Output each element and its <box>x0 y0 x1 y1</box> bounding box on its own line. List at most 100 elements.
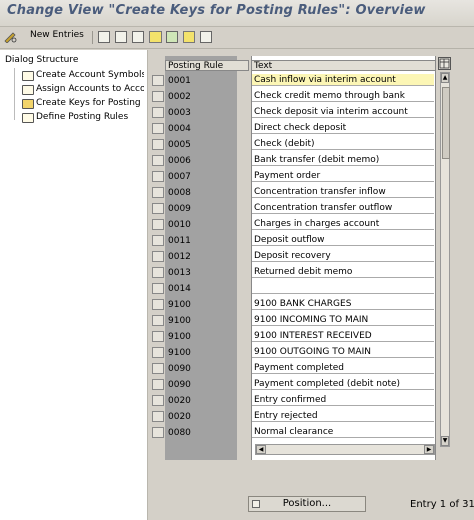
row-selector[interactable] <box>152 251 164 262</box>
row-selector[interactable] <box>152 379 164 390</box>
table-row[interactable]: 9100 9100 INCOMING TO MAIN <box>152 314 437 327</box>
header-posting-rule[interactable]: Posting Rule <box>165 60 249 71</box>
text-cell[interactable]: Entry confirmed <box>252 394 434 406</box>
row-selector[interactable] <box>152 283 164 294</box>
text-cell[interactable]: 9100 INTEREST RECEIVED <box>252 330 434 342</box>
scroll-right-icon[interactable]: ▶ <box>424 445 434 454</box>
text-cell[interactable]: Entry rejected <box>252 410 434 422</box>
row-selector[interactable] <box>152 411 164 422</box>
copy-as-icon[interactable] <box>98 31 110 43</box>
row-selector[interactable] <box>152 235 164 246</box>
new-entries-button[interactable]: New Entries <box>30 30 84 44</box>
print-icon[interactable] <box>200 31 212 43</box>
text-cell[interactable]: Payment order <box>252 170 434 182</box>
vertical-scrollbar[interactable]: ▲ ▼ <box>440 72 450 447</box>
pencil-glasses-icon[interactable] <box>4 31 18 44</box>
tree-item-create-keys-posting-rules[interactable]: Create Keys for Posting I <box>22 98 144 110</box>
row-selector[interactable] <box>152 331 164 342</box>
posting-rule-cell: 9100 <box>168 348 191 358</box>
tree-item-create-account-symbols[interactable]: Create Account Symbols <box>22 70 144 82</box>
table-row[interactable]: 0090 Payment completed <box>152 362 437 375</box>
text-cell[interactable]: Normal clearance <box>252 426 434 438</box>
text-cell[interactable]: Check deposit via interim account <box>252 106 434 118</box>
table-row[interactable]: 0010 Charges in charges account <box>152 218 437 231</box>
row-selector[interactable] <box>152 91 164 102</box>
row-selector[interactable] <box>152 155 164 166</box>
row-selector[interactable] <box>152 203 164 214</box>
text-cell[interactable]: Payment completed <box>252 362 434 374</box>
text-cell[interactable]: Bank transfer (debit memo) <box>252 154 434 166</box>
horizontal-scrollbar[interactable]: ◀ ▶ <box>255 444 435 455</box>
table-row[interactable]: 0011 Deposit outflow <box>152 234 437 247</box>
dialog-structure-title: Dialog Structure <box>5 55 79 65</box>
table-row[interactable]: 0080 Normal clearance <box>152 426 437 439</box>
table-row[interactable]: 0008 Concentration transfer inflow <box>152 186 437 199</box>
scroll-up-icon[interactable]: ▲ <box>441 73 449 83</box>
row-selector[interactable] <box>152 107 164 118</box>
table-row[interactable]: 0020 Entry confirmed <box>152 394 437 407</box>
deselect-all-icon[interactable] <box>183 31 195 43</box>
text-cell[interactable]: Concentration transfer outflow <box>252 202 434 214</box>
table-row[interactable]: 9100 9100 OUTGOING TO MAIN <box>152 346 437 359</box>
table-row[interactable]: 0012 Deposit recovery <box>152 250 437 263</box>
undo-change-icon[interactable] <box>132 31 144 43</box>
table-row[interactable]: 0002 Check credit memo through bank <box>152 90 437 103</box>
table-row[interactable]: 9100 9100 BANK CHARGES <box>152 298 437 311</box>
table-row[interactable]: 0013 Returned debit memo <box>152 266 437 279</box>
text-cell[interactable] <box>252 282 434 294</box>
select-all-icon[interactable] <box>149 31 162 43</box>
delete-icon[interactable] <box>115 31 127 43</box>
row-selector[interactable] <box>152 395 164 406</box>
row-selector[interactable] <box>152 347 164 358</box>
text-cell[interactable]: Payment completed (debit note) <box>252 378 434 390</box>
posting-rule-cell: 0001 <box>168 76 191 86</box>
scroll-left-icon[interactable]: ◀ <box>256 445 266 454</box>
scroll-down-icon[interactable]: ▼ <box>441 436 449 446</box>
text-cell[interactable]: 9100 OUTGOING TO MAIN <box>252 346 434 358</box>
tree-item-define-posting-rules[interactable]: Define Posting Rules <box>22 112 144 124</box>
row-selector[interactable] <box>152 171 164 182</box>
table-row[interactable]: 0004 Direct check deposit <box>152 122 437 135</box>
position-button[interactable]: Position... <box>248 496 366 512</box>
table-row[interactable]: 0003 Check deposit via interim account <box>152 106 437 119</box>
table-row[interactable]: 0005 Check (debit) <box>152 138 437 151</box>
text-cell[interactable]: 9100 INCOMING TO MAIN <box>252 314 434 326</box>
application-toolbar: New Entries <box>0 27 474 49</box>
posting-rules-table: Posting Rule Text 0001 Cash inflow via in… <box>152 56 455 460</box>
row-selector[interactable] <box>152 139 164 150</box>
row-selector[interactable] <box>152 267 164 278</box>
text-cell[interactable]: Deposit recovery <box>252 250 434 262</box>
row-selector[interactable] <box>152 427 164 438</box>
table-row[interactable]: 0009 Concentration transfer outflow <box>152 202 437 215</box>
text-cell[interactable]: Check credit memo through bank <box>252 90 434 102</box>
row-selector[interactable] <box>152 75 164 86</box>
table-row[interactable]: 0007 Payment order <box>152 170 437 183</box>
row-selector[interactable] <box>152 363 164 374</box>
table-row[interactable]: 0001 Cash inflow via interim account <box>152 74 437 87</box>
table-row[interactable]: 9100 9100 INTEREST RECEIVED <box>152 330 437 343</box>
posting-rule-cell: 0090 <box>168 380 191 390</box>
row-selector[interactable] <box>152 187 164 198</box>
table-row[interactable]: 0020 Entry rejected <box>152 410 437 423</box>
row-selector[interactable] <box>152 123 164 134</box>
text-cell[interactable]: Check (debit) <box>252 138 434 150</box>
header-text[interactable]: Text <box>251 60 436 71</box>
table-row[interactable]: 0090 Payment completed (debit note) <box>152 378 437 391</box>
text-cell[interactable]: Deposit outflow <box>252 234 434 246</box>
tree-item-assign-accounts[interactable]: Assign Accounts to Acco <box>22 84 144 96</box>
scroll-thumb[interactable] <box>442 87 450 159</box>
table-row[interactable]: 0014 <box>152 282 437 295</box>
posting-rule-cell: 0020 <box>168 396 191 406</box>
text-cell[interactable]: Charges in charges account <box>252 218 434 230</box>
text-cell[interactable]: Concentration transfer inflow <box>252 186 434 198</box>
column-settings-icon[interactable] <box>438 57 451 70</box>
table-row[interactable]: 0006 Bank transfer (debit memo) <box>152 154 437 167</box>
text-cell[interactable]: Returned debit memo <box>252 266 434 278</box>
select-block-icon[interactable] <box>166 31 178 43</box>
row-selector[interactable] <box>152 299 164 310</box>
row-selector[interactable] <box>152 315 164 326</box>
text-cell[interactable]: Cash inflow via interim account <box>252 74 434 86</box>
text-cell[interactable]: 9100 BANK CHARGES <box>252 298 434 310</box>
row-selector[interactable] <box>152 219 164 230</box>
text-cell[interactable]: Direct check deposit <box>252 122 434 134</box>
